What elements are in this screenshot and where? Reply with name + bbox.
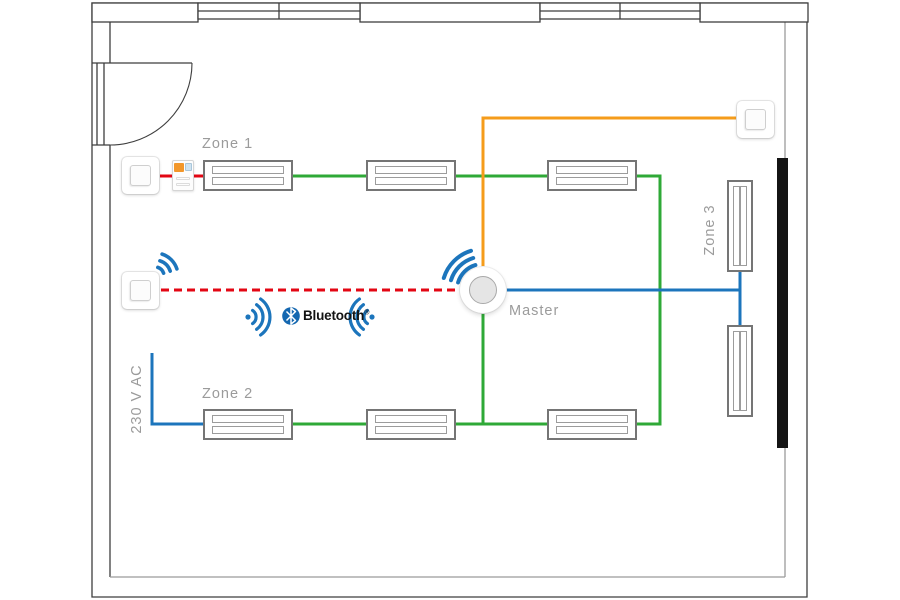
bluetooth-trademark: ® (364, 310, 369, 317)
lamp-tube (733, 331, 740, 411)
lamp-tube (556, 166, 628, 174)
signal-waves-right-icon (245, 299, 270, 335)
lamp-tube (212, 426, 284, 434)
fixture-zone2-1 (203, 409, 293, 440)
master-sensor[interactable] (460, 267, 506, 313)
lamp-tube (375, 166, 447, 174)
relay-blue-block (185, 163, 192, 171)
wall-block (700, 3, 808, 22)
master-sensor-lens (469, 276, 497, 304)
wall-outline (92, 3, 807, 597)
bluetooth-wordmark: Bluetooth (303, 308, 364, 323)
wall-block (92, 3, 198, 22)
lamp-tube (375, 415, 447, 423)
fixture-zone1-2 (366, 160, 456, 191)
floorplan-diagram: Zone 1 Zone 2 Zone 3 230 V AC Master Blu… (0, 0, 900, 600)
lamp-tube (556, 177, 628, 185)
lamp-tube (375, 426, 447, 434)
fixture-zone3-1 (727, 180, 753, 272)
relay-module (172, 160, 194, 191)
lamp-tube (212, 415, 284, 423)
door (110, 63, 192, 145)
fixture-zone2-3 (547, 409, 637, 440)
lamp-tube (556, 426, 628, 434)
fixture-zone2-2 (366, 409, 456, 440)
wireless-wall-switch[interactable] (122, 272, 159, 309)
door-swing-arc (110, 63, 192, 145)
lamp-tube (556, 415, 628, 423)
power-label: 230 V AC (129, 364, 145, 433)
switch-button[interactable] (745, 109, 766, 130)
zone1-label: Zone 1 (202, 136, 253, 152)
master-label: Master (509, 303, 559, 319)
switch-button[interactable] (130, 165, 151, 186)
walls (92, 3, 808, 597)
relay-slot (176, 177, 190, 180)
window-top-left (198, 3, 360, 19)
zone2-label: Zone 2 (202, 386, 253, 402)
fixture-zone1-3 (547, 160, 637, 191)
bluetooth-label: Bluetooth® (303, 308, 369, 323)
lamp-tube (212, 166, 284, 174)
switch-button[interactable] (130, 280, 151, 301)
zone3-wall-switch[interactable] (737, 101, 774, 138)
zone1-wall-switch[interactable] (122, 157, 159, 194)
wall-block (360, 3, 540, 22)
dark-wall-panel (777, 158, 788, 448)
wire-orange-switch (483, 118, 737, 267)
lamp-tube (375, 177, 447, 185)
relay-orange-block (174, 163, 184, 172)
window-top-right (540, 3, 700, 19)
lamp-tube (740, 331, 747, 411)
window-left (92, 63, 110, 145)
lamp-tube (740, 186, 747, 266)
wifi-arcs-icon (158, 254, 177, 273)
lamp-tube (212, 177, 284, 185)
wire-red (159, 176, 459, 290)
wire-mains-230v (152, 353, 203, 424)
fixture-zone3-2 (727, 325, 753, 417)
fixture-zone1-1 (203, 160, 293, 191)
relay-slot (176, 183, 190, 186)
bluetooth-logo-icon (282, 307, 300, 325)
lamp-tube (733, 186, 740, 266)
zone3-label: Zone 3 (702, 204, 718, 255)
wire-zone1-to-zone2 (637, 176, 660, 424)
